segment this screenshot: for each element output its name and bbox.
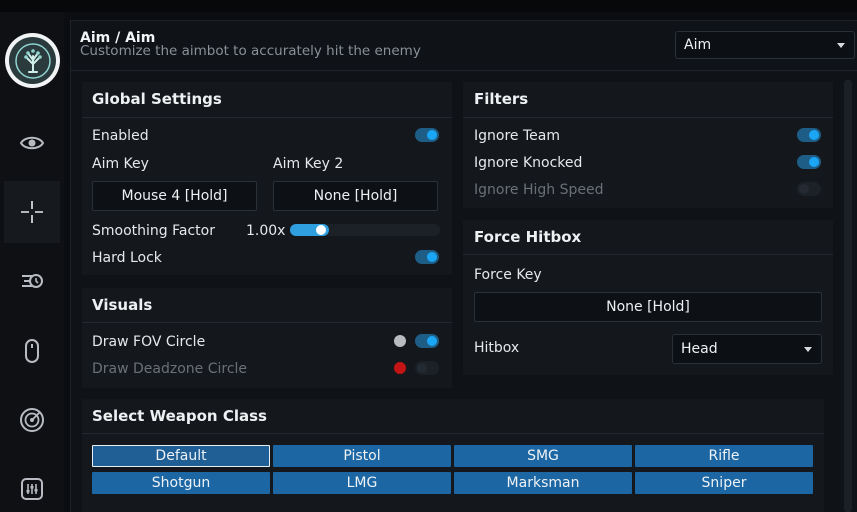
- filters-title: Filters: [474, 90, 529, 108]
- eye-icon: [19, 136, 45, 150]
- page-subtitle: Customize the aimbot to accurately hit t…: [80, 43, 421, 59]
- logo: [5, 33, 60, 88]
- hard-lock-toggle[interactable]: [415, 250, 439, 264]
- header-divider: [70, 70, 857, 71]
- ignore-high-speed-toggle[interactable]: [797, 182, 821, 196]
- sidebar-item-settings[interactable]: [4, 458, 60, 512]
- hitbox-label: Hitbox: [474, 340, 520, 356]
- sliders-icon: [21, 478, 43, 500]
- weapon-class-default[interactable]: Default: [92, 445, 270, 467]
- ignore-team-label: Ignore Team: [474, 128, 560, 144]
- crosshair-icon: [21, 201, 43, 223]
- sidebar-item-mouse[interactable]: [4, 320, 60, 382]
- weapon-class-marksman[interactable]: Marksman: [454, 472, 632, 494]
- category-select-value: Aim: [684, 37, 712, 53]
- mouse-icon: [25, 339, 39, 363]
- force-hitbox-title: Force Hitbox: [474, 228, 582, 246]
- top-strip: [0, 0, 857, 12]
- chevron-down-icon: [837, 43, 845, 48]
- smoothing-slider-handle[interactable]: [316, 225, 326, 235]
- divider: [463, 254, 833, 255]
- weapon-class-lmg[interactable]: LMG: [273, 472, 451, 494]
- weapon-class-rifle[interactable]: Rifle: [635, 445, 813, 467]
- deadzone-color-swatch[interactable]: [394, 362, 406, 374]
- weapon-class-shotgun[interactable]: Shotgun: [92, 472, 270, 494]
- global-settings-panel: [82, 82, 452, 275]
- radar-icon: [20, 408, 44, 432]
- sidebar-item-aim[interactable]: [4, 181, 60, 243]
- visuals-title: Visuals: [92, 296, 153, 314]
- deadzone-circle-toggle[interactable]: [415, 361, 439, 375]
- sidebar-item-visuals[interactable]: [4, 112, 60, 174]
- hard-lock-label: Hard Lock: [92, 250, 162, 266]
- aim-key2-label: Aim Key 2: [273, 156, 344, 172]
- weapon-class-smg[interactable]: SMG: [454, 445, 632, 467]
- weapon-class-sniper[interactable]: Sniper: [635, 472, 813, 494]
- aim-key-button[interactable]: Mouse 4 [Hold]: [92, 181, 257, 211]
- weapon-class-pistol[interactable]: Pistol: [273, 445, 451, 467]
- chevron-down-icon: [804, 347, 812, 352]
- force-key-label: Force Key: [474, 267, 542, 283]
- fov-circle-label: Draw FOV Circle: [92, 334, 206, 350]
- enabled-toggle[interactable]: [415, 128, 439, 142]
- global-settings-title: Global Settings: [92, 90, 222, 108]
- ignore-high-speed-label: Ignore High Speed: [474, 182, 604, 198]
- ignore-knocked-label: Ignore Knocked: [474, 155, 583, 171]
- ignore-team-toggle[interactable]: [797, 128, 821, 142]
- tree-logo-icon: [14, 42, 51, 79]
- smoothing-label: Smoothing Factor: [92, 223, 215, 239]
- hitbox-select[interactable]: Head: [672, 334, 822, 364]
- divider: [463, 117, 833, 118]
- ignore-knocked-toggle[interactable]: [797, 155, 821, 169]
- divider: [82, 117, 452, 118]
- scrollbar[interactable]: [844, 80, 852, 512]
- sidebar-item-radar[interactable]: [4, 389, 60, 451]
- sidebar-item-speed[interactable]: [4, 250, 60, 312]
- aim-key-label: Aim Key: [92, 156, 149, 172]
- hitbox-select-value: Head: [681, 341, 718, 357]
- fov-color-swatch[interactable]: [394, 335, 406, 347]
- divider: [82, 433, 824, 434]
- enabled-label: Enabled: [92, 128, 149, 144]
- category-select[interactable]: Aim: [675, 31, 855, 59]
- divider: [82, 322, 452, 323]
- smoothing-value: 1.00x: [246, 223, 286, 239]
- aim-key2-button[interactable]: None [Hold]: [273, 181, 438, 211]
- force-key-button[interactable]: None [Hold]: [474, 292, 822, 322]
- weapon-class-title: Select Weapon Class: [92, 407, 267, 425]
- speed-icon: [22, 274, 43, 288]
- deadzone-circle-label: Draw Deadzone Circle: [92, 361, 248, 377]
- fov-circle-toggle[interactable]: [415, 334, 439, 348]
